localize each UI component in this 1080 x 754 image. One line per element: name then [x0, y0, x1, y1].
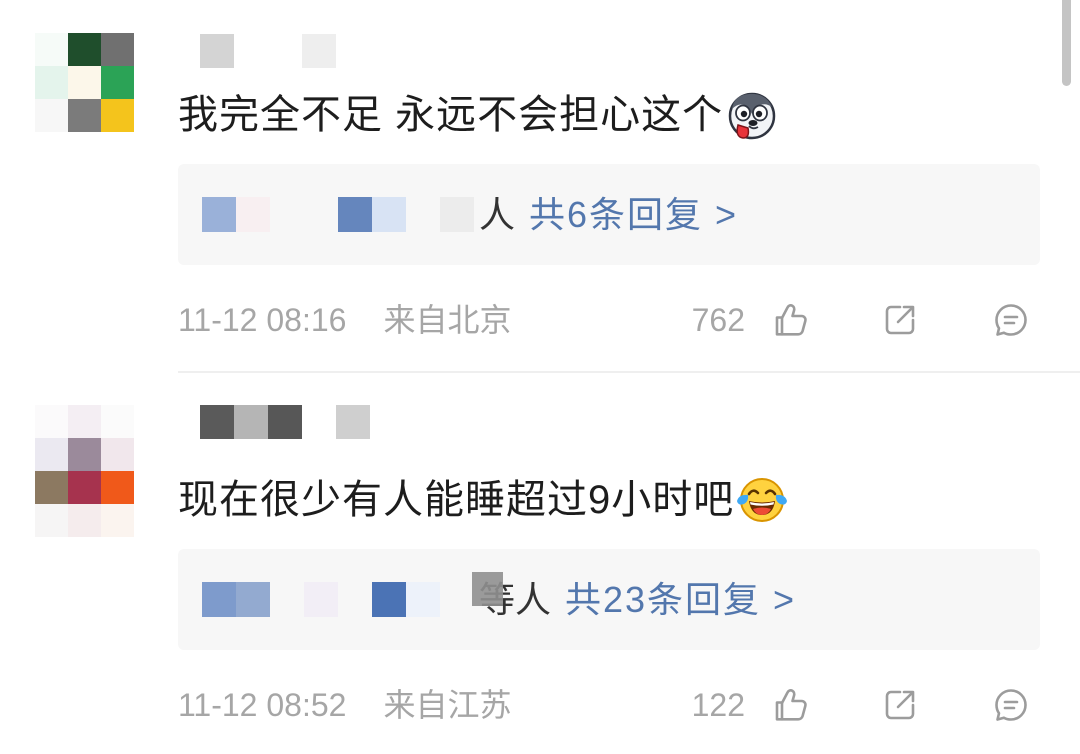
reply-name-mosaic-cell — [304, 197, 338, 232]
reply-preview[interactable]: 人 共6条回复 > — [178, 164, 1040, 265]
avatar-mosaic-cell — [101, 405, 134, 438]
avatar-mosaic-cell — [35, 504, 68, 537]
avatar-mosaic-cell — [68, 405, 101, 438]
comment-location: 来自北京 — [383, 302, 512, 338]
reply-name-mosaic-cell — [202, 582, 236, 617]
reply-name-mosaic-cell — [372, 197, 406, 232]
avatar-mosaic-cell — [101, 438, 134, 471]
comment-text: 现在很少有人能睡超过9小时吧 — [178, 478, 735, 522]
reply-name-mosaic-cell — [440, 197, 474, 232]
avatar-mosaic-cell — [68, 66, 101, 99]
username-mosaic-cell — [234, 34, 268, 68]
username-mosaic-cell — [200, 34, 234, 68]
view-replies-link[interactable]: 共6条回复 > — [529, 194, 738, 235]
share-button[interactable] — [880, 685, 920, 725]
like-button[interactable] — [770, 300, 810, 340]
comment-list: 我完全不足 永远不会担心这个 人 共6条回复 > 11-12 08:16 来自北… — [0, 0, 1080, 754]
avatar-mosaic-cell — [35, 471, 68, 504]
avatar-mosaic-cell — [101, 471, 134, 504]
reply-name-mosaic-cell — [406, 197, 440, 232]
avatar-mosaic-cell — [35, 66, 68, 99]
username-mosaic-cell — [302, 405, 336, 439]
comment-location: 来自江苏 — [383, 687, 512, 723]
username-mosaic-cell — [336, 34, 370, 68]
reply-name-mosaic-cell — [406, 582, 440, 617]
username-mosaic-cell — [268, 34, 302, 68]
comment-icon — [991, 685, 1031, 725]
like-count[interactable]: 762 — [692, 300, 745, 340]
comment-content: 现在很少有人能睡超过9小时吧 — [178, 473, 788, 527]
avatar-mosaic-cell — [68, 438, 101, 471]
reply-name-mosaic-cell — [304, 582, 338, 617]
reply-name-mosaic-cell — [202, 197, 236, 232]
censor-block — [472, 572, 503, 606]
avatar-mosaic-cell — [68, 33, 101, 66]
reply-names-suffix: 人 — [479, 193, 516, 235]
like-button[interactable] — [770, 685, 810, 725]
reply-name-mosaic-cell — [338, 197, 372, 232]
comment-meta: 11-12 08:16 来自北京 — [178, 300, 511, 340]
comment-meta: 11-12 08:52 来自江苏 — [178, 685, 511, 725]
thumbs-up-icon — [770, 685, 810, 725]
share-icon — [880, 685, 920, 725]
avatar-mosaic-cell — [101, 504, 134, 537]
avatar-mosaic-cell — [35, 33, 68, 66]
comment-button[interactable] — [991, 300, 1031, 340]
comment-item: 我完全不足 永远不会担心这个 人 共6条回复 > 11-12 08:16 来自北… — [0, 0, 1080, 385]
avatar-mosaic-cell — [101, 66, 134, 99]
comment-time: 11-12 08:52 — [178, 687, 347, 723]
reply-name-mosaic-cell — [236, 582, 270, 617]
avatar-mosaic-cell — [68, 471, 101, 504]
share-button[interactable] — [880, 300, 920, 340]
comment-icon — [991, 300, 1031, 340]
avatar-mosaic-cell — [35, 405, 68, 438]
comment-button[interactable] — [991, 685, 1031, 725]
reply-name-mosaic-cell — [236, 197, 270, 232]
thumbs-up-icon — [770, 300, 810, 340]
reply-name-mosaic-cell — [372, 582, 406, 617]
reply-name-mosaic-cell — [440, 582, 474, 617]
avatar-mosaic-cell — [101, 33, 134, 66]
avatar-mosaic-cell — [68, 504, 101, 537]
reply-name-mosaic-cell — [270, 582, 304, 617]
like-count[interactable]: 122 — [692, 685, 745, 725]
avatar-mosaic-cell — [68, 99, 101, 132]
username-mosaic-cell — [336, 405, 370, 439]
reply-name-mosaic-cell — [270, 197, 304, 232]
laughing-crying-emoji — [737, 478, 788, 522]
share-icon — [880, 300, 920, 340]
reply-preview[interactable]: 等人 共23条回复 > — [178, 549, 1040, 650]
comment-time: 11-12 08:16 — [178, 302, 347, 338]
avatar[interactable] — [35, 405, 134, 537]
username-mosaic-cell — [234, 405, 268, 439]
avatar-mosaic-cell — [101, 99, 134, 132]
divider — [178, 371, 1080, 373]
reply-name-mosaic-cell — [338, 582, 372, 617]
view-replies-link[interactable]: 共23条回复 > — [565, 579, 796, 620]
comment-content: 我完全不足 永远不会担心这个 — [178, 88, 777, 142]
comment-text: 我完全不足 永远不会担心这个 — [178, 93, 724, 137]
username[interactable] — [200, 405, 370, 439]
username-mosaic-cell — [302, 34, 336, 68]
doge-emoji — [728, 92, 776, 140]
comment-item: 现在很少有人能睡超过9小时吧 等人 共23条回复 > 11-12 08:52 来… — [0, 385, 1080, 754]
avatar-mosaic-cell — [35, 99, 68, 132]
avatar-mosaic-cell — [35, 438, 68, 471]
avatar[interactable] — [35, 33, 134, 132]
username[interactable] — [200, 34, 370, 68]
username-mosaic-cell — [268, 405, 302, 439]
username-mosaic-cell — [200, 405, 234, 439]
